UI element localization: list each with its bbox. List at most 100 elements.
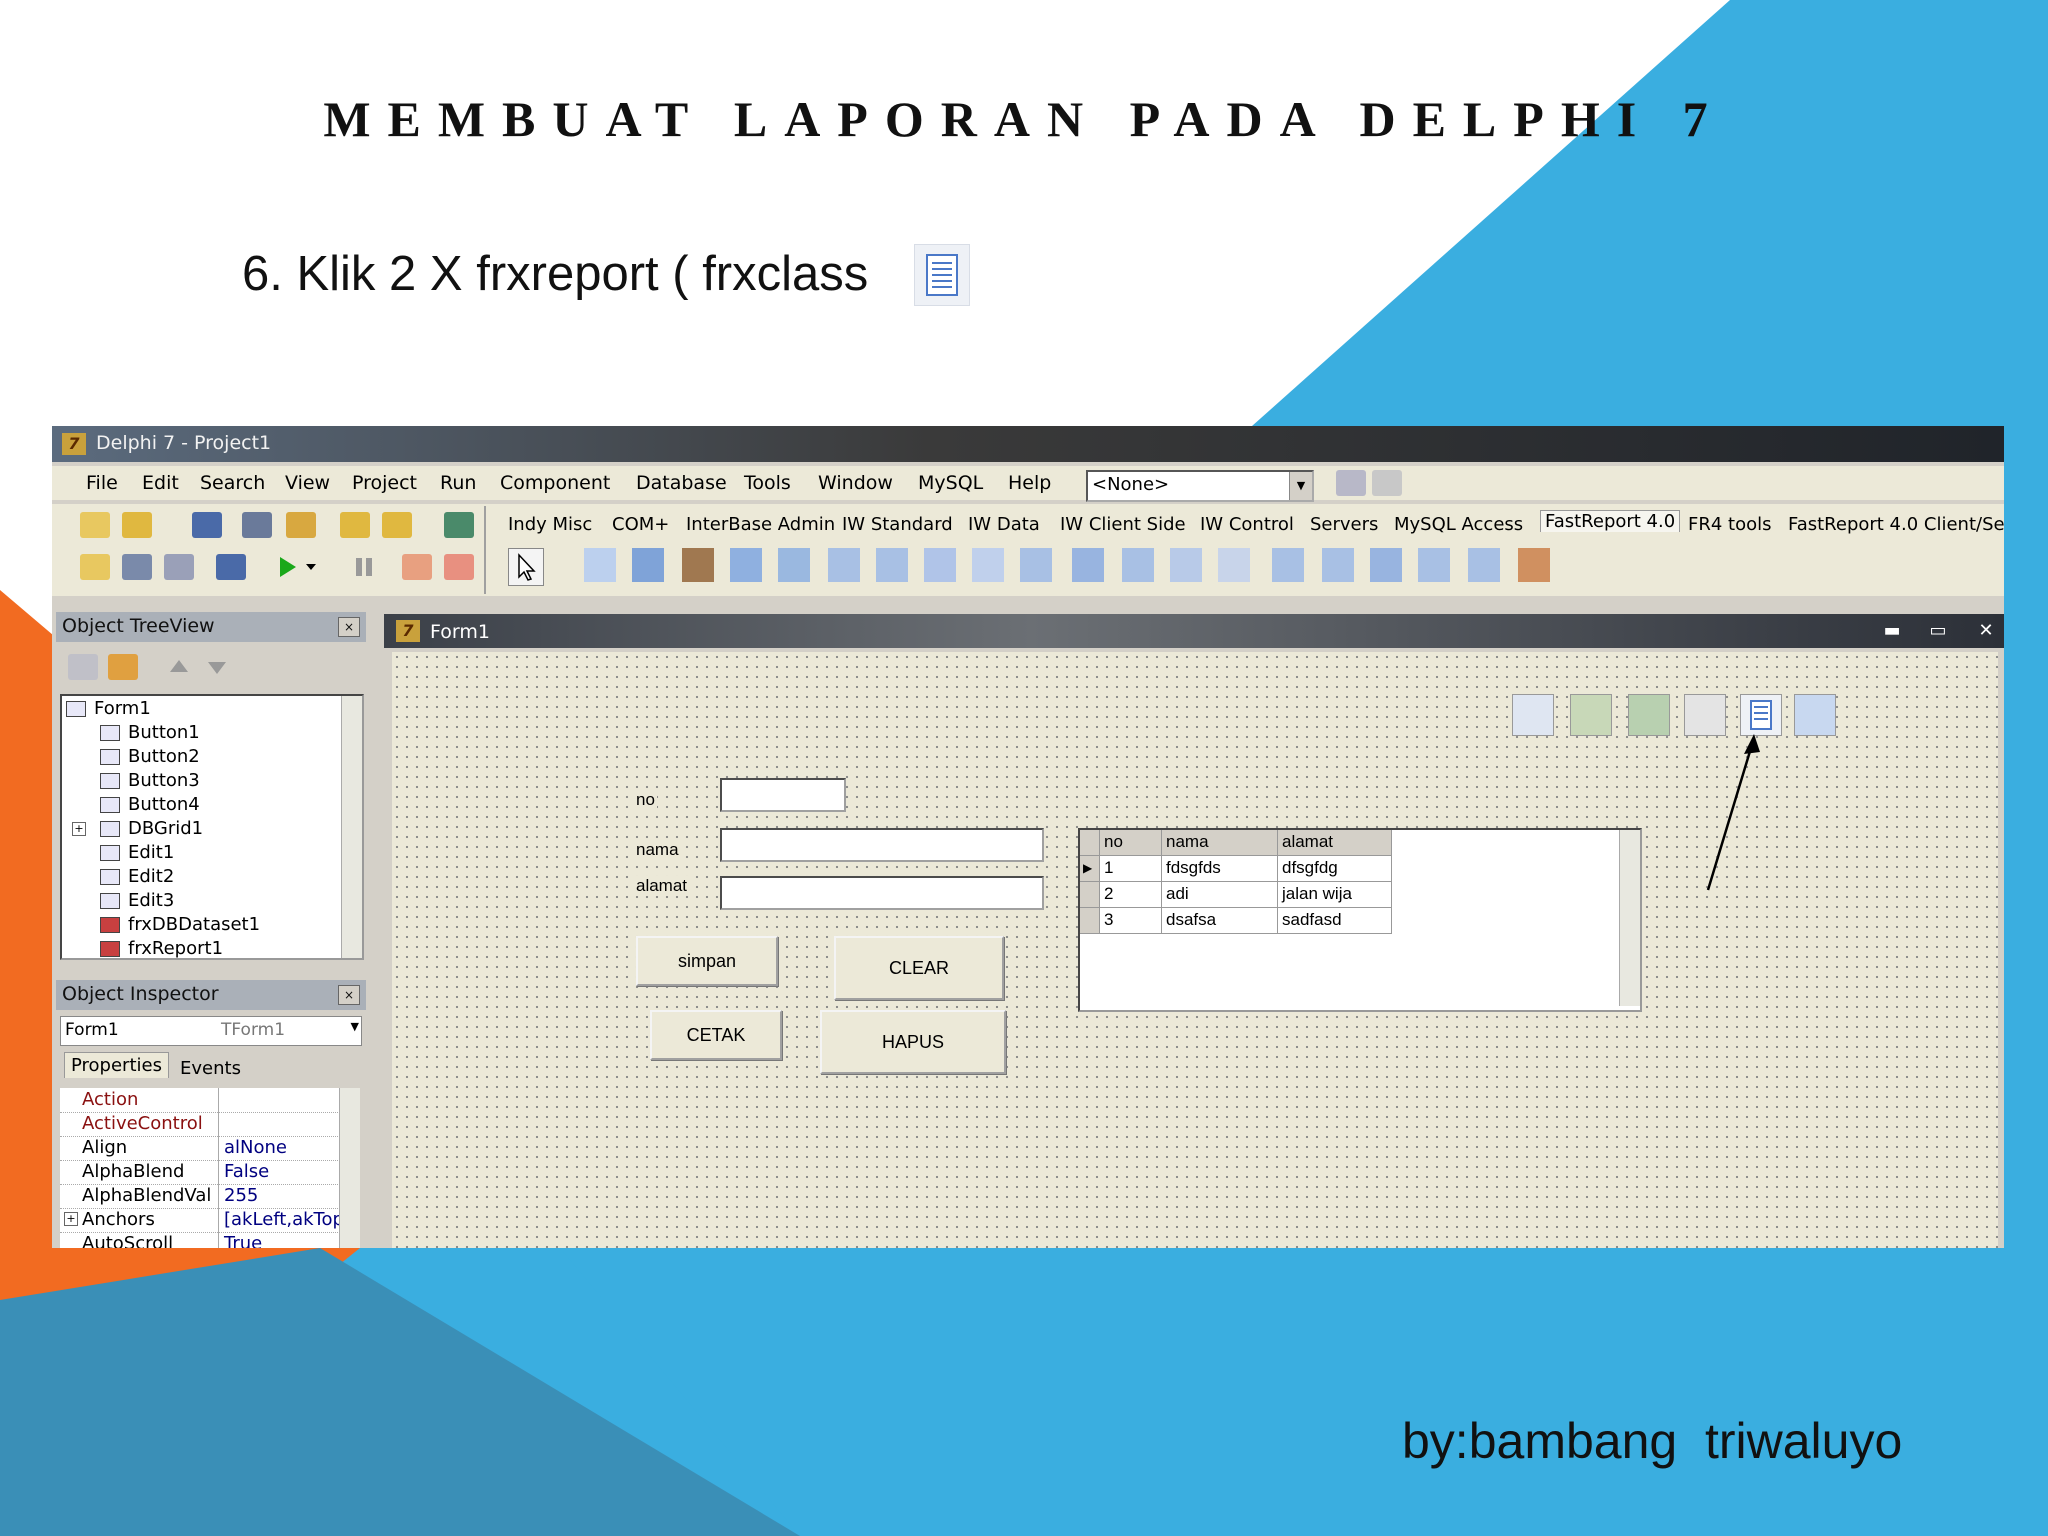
property-value[interactable]: alNone <box>224 1137 287 1158</box>
open-icon[interactable] <box>122 512 152 538</box>
palette-tab-iw-standard[interactable]: IW Standard <box>842 514 953 535</box>
menu-project[interactable]: Project <box>352 472 417 494</box>
component-icon[interactable] <box>1512 694 1554 736</box>
palette-tab-fastreport-client[interactable]: FastReport 4.0 Client/Ser <box>1788 514 2004 535</box>
grid-header-alamat[interactable]: alamat <box>1278 830 1392 856</box>
expand-icon[interactable]: + <box>64 1212 78 1226</box>
minimize-icon[interactable]: ▬ <box>1874 620 1910 644</box>
palette-tab-servers[interactable]: Servers <box>1310 514 1378 535</box>
ibx-palette-icon[interactable] <box>1468 548 1500 582</box>
add-file-icon[interactable] <box>340 512 370 538</box>
arrow-down-icon[interactable] <box>202 654 232 680</box>
save-all-icon[interactable] <box>242 512 272 538</box>
grid-cell[interactable]: dsafsa <box>1162 908 1278 934</box>
checkbox-palette-icon[interactable] <box>972 548 1004 582</box>
property-value[interactable]: False <box>224 1161 269 1182</box>
ado-palette-icon[interactable] <box>1272 548 1304 582</box>
close-icon[interactable]: × <box>338 617 360 637</box>
view-form-icon[interactable] <box>122 554 152 580</box>
tree-item-edit3[interactable]: Edit3 <box>100 890 174 911</box>
treeview-scrollbar[interactable] <box>341 696 362 958</box>
dbgrid[interactable]: no nama alamat ▶ 1 fdsgfds dfsgfdg 2 adi… <box>1078 828 1642 1012</box>
tree-item-edit1[interactable]: Edit1 <box>100 842 174 863</box>
grid-header-nama[interactable]: nama <box>1162 830 1278 856</box>
new-form-icon[interactable] <box>216 554 246 580</box>
inspector-row[interactable]: Action <box>60 1088 360 1113</box>
grid-cell[interactable]: adi <box>1162 882 1278 908</box>
grid-cell[interactable]: dfsgfdg <box>1278 856 1392 882</box>
clear-button[interactable]: CLEAR <box>834 936 1004 1000</box>
arrow-up-icon[interactable] <box>164 654 194 680</box>
tree-item-button2[interactable]: Button2 <box>100 746 200 767</box>
pointer-icon[interactable] <box>508 548 544 586</box>
tree-item-frxdbdataset1[interactable]: frxDBDataset1 <box>100 914 260 935</box>
grid-header-no[interactable]: no <box>1100 830 1162 856</box>
run-icon[interactable] <box>272 554 302 580</box>
grid-cell[interactable]: 1 <box>1100 856 1162 882</box>
palette-tab-mysql-access[interactable]: MySQL Access <box>1394 514 1523 535</box>
menu-edit[interactable]: Edit <box>142 472 179 494</box>
inspector-tab-events[interactable]: Events <box>176 1056 245 1081</box>
menu-help[interactable]: Help <box>1008 472 1051 494</box>
inspector-row[interactable]: AlphaBlendVal 255 <box>60 1184 360 1209</box>
frxreport-palette-icon[interactable] <box>584 548 616 582</box>
close-icon[interactable]: × <box>338 985 360 1005</box>
palette-tab-com[interactable]: COM+ <box>612 514 669 535</box>
save-icon[interactable] <box>192 512 222 538</box>
edit-nama-field[interactable] <box>720 828 1044 862</box>
palette-tab-interbase-admin[interactable]: InterBase Admin <box>686 514 835 535</box>
component-icon[interactable] <box>1628 694 1670 736</box>
toggle-form-unit-icon[interactable] <box>164 554 194 580</box>
gradient-palette-icon[interactable] <box>1020 548 1052 582</box>
frxdbdataset1-icon[interactable] <box>1794 694 1836 736</box>
grid-cell[interactable]: fdsgfds <box>1162 856 1278 882</box>
menu-search[interactable]: Search <box>200 472 265 494</box>
chevron-down-icon[interactable]: ▼ <box>1289 472 1312 500</box>
open-project-icon[interactable] <box>286 512 316 538</box>
tree-item-button3[interactable]: Button3 <box>100 770 200 791</box>
frxdbdataset-palette-icon[interactable] <box>632 548 664 582</box>
menu-component[interactable]: Component <box>500 472 610 494</box>
chart-pie-palette-icon[interactable] <box>1518 548 1550 582</box>
tree-item-frxreport1[interactable]: frxReport1 <box>100 938 223 958</box>
remove-file-icon[interactable] <box>382 512 412 538</box>
inspector-row[interactable]: Align alNone <box>60 1136 360 1161</box>
menu-run[interactable]: Run <box>440 472 476 494</box>
hapus-button[interactable]: HAPUS <box>820 1010 1006 1074</box>
menu-mysql[interactable]: MySQL <box>918 472 983 494</box>
designer-palette-icon[interactable] <box>682 548 714 582</box>
edit-alamat-field[interactable] <box>720 876 1044 910</box>
inspector-row[interactable]: ActiveControl <box>60 1112 360 1137</box>
tree-item-button1[interactable]: Button1 <box>100 722 200 743</box>
bde-palette-icon[interactable] <box>1322 548 1354 582</box>
tree-item-form1[interactable]: Form1 <box>66 698 151 719</box>
tree-item-button4[interactable]: Button4 <box>100 794 200 815</box>
property-value[interactable]: True <box>224 1233 262 1248</box>
db-palette-icon[interactable] <box>1370 548 1402 582</box>
expand-icon[interactable]: + <box>72 822 86 836</box>
view-unit-icon[interactable] <box>80 554 110 580</box>
menu-database[interactable]: Database <box>636 472 727 494</box>
inspector-scrollbar[interactable] <box>339 1088 360 1248</box>
desktop-debug-icon[interactable] <box>1372 470 1402 496</box>
inspector-row[interactable]: + Anchors [akLeft,akTop <box>60 1208 360 1233</box>
tree-item-dbgrid1[interactable]: + DBGrid1 <box>72 818 203 839</box>
palette-tab-indy-misc[interactable]: Indy Misc <box>508 514 592 535</box>
trace-into-icon[interactable] <box>402 554 432 580</box>
run-dropdown-icon[interactable] <box>302 554 332 580</box>
new-icon[interactable] <box>80 512 110 538</box>
palette-tab-iw-client-side[interactable]: IW Client Side <box>1060 514 1186 535</box>
inspector-row[interactable]: AlphaBlend False <box>60 1160 360 1185</box>
inspector-object-selector[interactable]: Form1 TForm1 ▼ <box>60 1016 362 1046</box>
ole-export-palette-icon[interactable] <box>828 548 860 582</box>
cetak-button[interactable]: CETAK <box>650 1010 782 1060</box>
help-icon[interactable] <box>444 512 474 538</box>
pdf-export-palette-icon[interactable] <box>778 548 810 582</box>
desktop-layout-combo[interactable]: <None> ▼ <box>1086 470 1314 502</box>
property-value[interactable]: 255 <box>224 1185 258 1206</box>
chevron-down-icon[interactable]: ▼ <box>351 1020 359 1033</box>
grid-scrollbar[interactable] <box>1619 830 1640 1006</box>
menu-tools[interactable]: Tools <box>744 472 791 494</box>
chart-palette-icon[interactable] <box>924 548 956 582</box>
barcode-palette-icon[interactable] <box>1218 548 1250 582</box>
